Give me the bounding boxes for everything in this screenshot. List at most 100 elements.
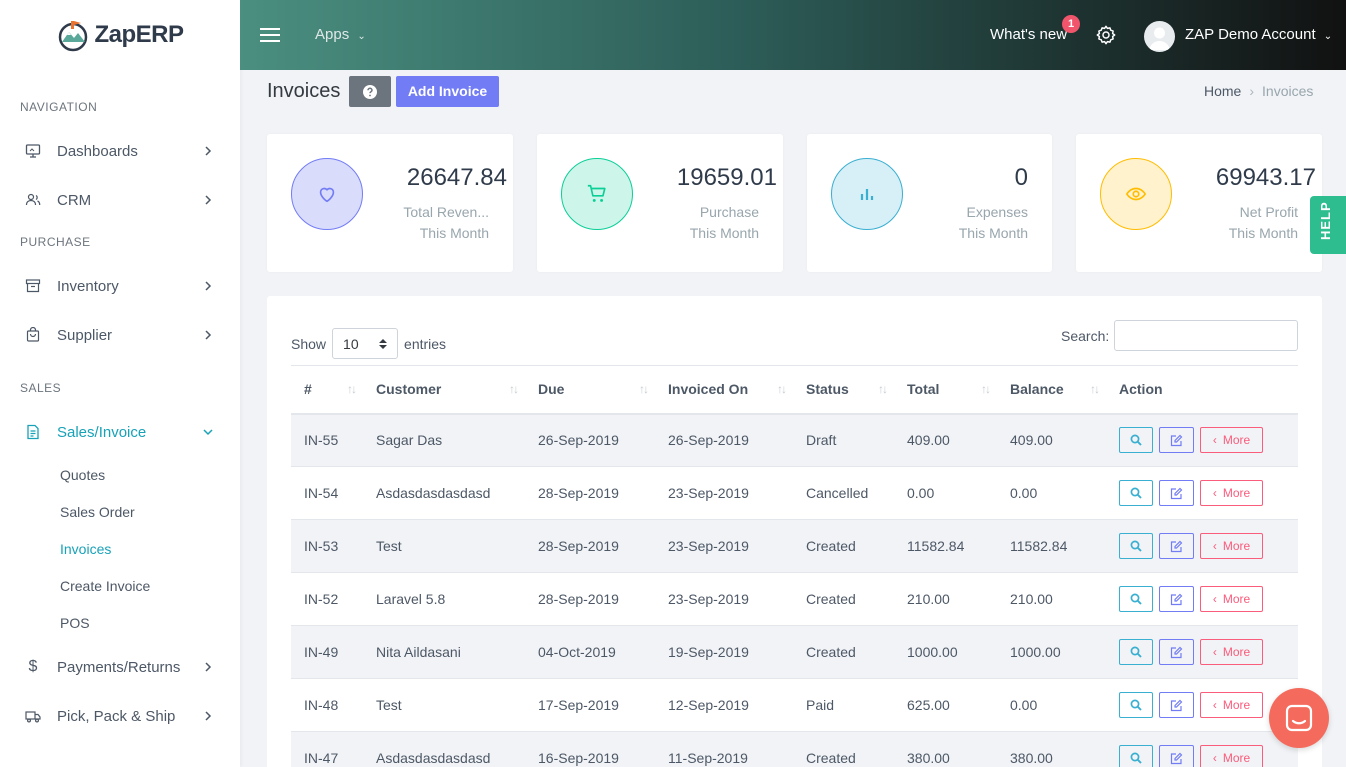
cell-balance: 210.00 [1010, 591, 1053, 607]
table-row: IN-47 Asdasdasdasdasd 16-Sep-2019 11-Sep-20… [291, 731, 1298, 767]
column-header-balance[interactable]: Balance ↑↓ [997, 366, 1106, 414]
search-icon [1130, 593, 1142, 605]
more-label: More [1222, 592, 1251, 606]
more-button[interactable]: ‹ More [1200, 480, 1263, 506]
chevron-down-icon: ⌄ [357, 31, 366, 42]
breadcrumb: Home › Invoices [1204, 83, 1313, 99]
invoices-table: # ↑↓ Customer ↑↓ Due ↑↓ Invoiced On ↑↓ Statu… [291, 365, 1298, 767]
gear-icon[interactable] [1095, 24, 1117, 46]
sidebar-item-payments-returns[interactable]: $ Payments/Returns [0, 655, 240, 679]
chat-launcher-button[interactable] [1269, 688, 1329, 748]
cell-status: Created [806, 591, 856, 607]
avatar[interactable] [1144, 21, 1175, 52]
sidebar-item-sales-invoice[interactable]: Sales/Invoice [0, 420, 240, 444]
chevron-down-icon: ⌄ [1323, 31, 1333, 42]
more-label: More [1222, 486, 1251, 500]
add-invoice-button[interactable]: Add Invoice [396, 76, 499, 107]
cell-due: 28-Sep-2019 [538, 485, 619, 501]
brand-logo[interactable]: ZapERP [0, 0, 240, 70]
users-icon [24, 191, 42, 209]
sidebar-item-label: Sales/Invoice [57, 423, 147, 441]
cell-due: 28-Sep-2019 [538, 591, 619, 607]
cell-number: IN-48 [304, 697, 339, 713]
cell-due: 17-Sep-2019 [538, 697, 619, 713]
sidebar-subitem-sales-order[interactable]: Sales Order [60, 503, 135, 521]
edit-button[interactable] [1159, 586, 1194, 612]
view-button[interactable] [1119, 533, 1153, 559]
more-button[interactable]: ‹ More [1200, 639, 1263, 665]
table-row: IN-54 Asdasdasdasdasd 28-Sep-2019 23-Sep-20… [291, 467, 1298, 520]
column-header-total[interactable]: Total ↑↓ [894, 366, 997, 414]
sidebar-item-dashboards[interactable]: Dashboards [0, 139, 240, 163]
stat-value: 19659.01 [676, 164, 777, 191]
cell-action: ‹ More [1106, 626, 1298, 679]
view-button[interactable] [1119, 692, 1153, 718]
row-actions: ‹ More [1119, 427, 1298, 454]
help-button[interactable] [349, 76, 391, 107]
cell-action: ‹ More [1106, 414, 1298, 467]
cell-status: Cancelled [806, 485, 869, 501]
more-button[interactable]: ‹ More [1200, 427, 1263, 454]
more-button[interactable]: ‹ More [1200, 745, 1263, 767]
apps-label: Apps [315, 26, 350, 43]
view-button[interactable] [1119, 427, 1153, 454]
sidebar-subitem-quotes[interactable]: Quotes [60, 466, 105, 484]
sidebar-item-inventory[interactable]: Inventory [0, 274, 240, 298]
sidebar-subitem-create-invoice[interactable]: Create Invoice [60, 577, 150, 595]
page-size-select[interactable]: 10 [332, 328, 399, 359]
edit-icon [1170, 540, 1183, 552]
cell-status: Paid [806, 697, 835, 713]
cell-customer: Asdasdasdasdasd [376, 750, 491, 766]
sidebar-item-supplier[interactable]: Supplier [0, 323, 240, 347]
search-input[interactable] [1114, 320, 1298, 351]
chevron-down-icon [203, 429, 213, 436]
edit-button[interactable] [1159, 480, 1194, 506]
column-header-customer[interactable]: Customer ↑↓ [363, 366, 525, 414]
row-actions: ‹ More [1119, 533, 1298, 559]
view-button[interactable] [1119, 586, 1153, 612]
sidebar-item-crm[interactable]: CRM [0, 188, 240, 212]
breadcrumb-home[interactable]: Home [1204, 83, 1241, 99]
cell-invoiced-on: 19-Sep-2019 [668, 644, 749, 660]
chevron-left-icon: ‹ [1212, 433, 1217, 448]
cell-total: 380.00 [907, 750, 950, 766]
whats-new-link[interactable]: What's new [990, 26, 1067, 43]
entries-label: entries [404, 335, 447, 352]
cell-number: IN-47 [304, 750, 339, 766]
view-button[interactable] [1119, 745, 1153, 767]
bar-chart-icon [831, 158, 903, 230]
edit-button[interactable] [1159, 533, 1194, 559]
view-button[interactable] [1119, 639, 1153, 665]
sort-icon: ↑↓ [639, 382, 649, 396]
help-tab[interactable]: HELP [1310, 196, 1346, 254]
stat-label: Total Reven... This Month [403, 204, 489, 241]
column-header-invoiced-on[interactable]: Invoiced On ↑↓ [655, 366, 793, 414]
menu-icon[interactable] [260, 25, 280, 45]
column-header-number[interactable]: # ↑↓ [291, 366, 363, 414]
edit-button[interactable] [1159, 745, 1194, 767]
cell-due: 16-Sep-2019 [538, 750, 619, 766]
search-icon [1130, 646, 1142, 658]
view-button[interactable] [1119, 480, 1153, 506]
account-menu[interactable]: ZAP Demo Account ⌄ [1185, 26, 1332, 43]
edit-button[interactable] [1159, 427, 1194, 454]
sidebar-item-pick-pack-ship[interactable]: Pick, Pack & Ship [0, 704, 240, 728]
more-button[interactable]: ‹ More [1200, 692, 1263, 718]
sidebar-subitem-invoices[interactable]: Invoices [60, 540, 111, 558]
cell-invoiced-on: 23-Sep-2019 [668, 591, 749, 607]
sidebar-subitem-pos[interactable]: POS [60, 614, 90, 632]
column-header-status[interactable]: Status ↑↓ [793, 366, 894, 414]
nav-section-purchase: PURCHASE [20, 235, 91, 249]
more-button[interactable]: ‹ More [1200, 586, 1263, 612]
edit-button[interactable] [1159, 639, 1194, 665]
stat-label: Net Profit This Month [1228, 204, 1298, 241]
column-header-due[interactable]: Due ↑↓ [525, 366, 655, 414]
account-name: ZAP Demo Account [1185, 26, 1316, 43]
edit-button[interactable] [1159, 692, 1194, 718]
stat-card-total-revenue: 26647.84 Total Reven... This Month [267, 134, 513, 272]
apps-dropdown[interactable]: Apps ⌄ [315, 26, 366, 43]
more-button[interactable]: ‹ More [1200, 533, 1263, 559]
chevron-right-icon [205, 146, 212, 156]
more-label: More [1222, 751, 1251, 765]
sidebar-item-label: Dashboards [57, 142, 138, 160]
